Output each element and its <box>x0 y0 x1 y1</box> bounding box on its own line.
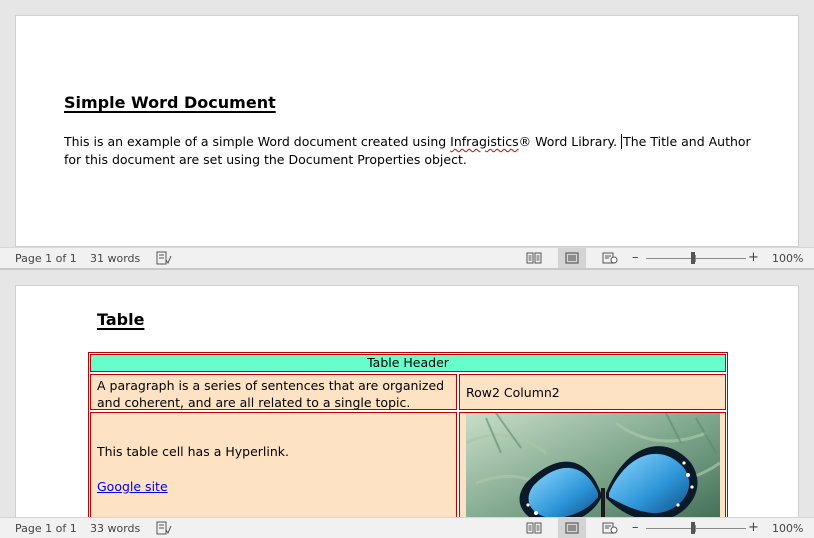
butterfly-image <box>466 413 720 531</box>
page-count[interactable]: Page 1 of 1 <box>15 522 77 535</box>
proofing-icon[interactable] <box>156 521 172 535</box>
table-row: A paragraph is a series of sentences tha… <box>89 373 727 411</box>
document-table[interactable]: Table Header A paragraph is a series of … <box>88 352 728 534</box>
document-paragraph: This is an example of a simple Word docu… <box>64 133 764 169</box>
document-title: Simple Word Document <box>64 93 276 112</box>
table-cell[interactable]: Row2 Column2 <box>459 374 726 410</box>
table-header-cell[interactable]: Table Header <box>90 354 726 372</box>
word-count[interactable]: 33 words <box>90 522 140 535</box>
print-layout-icon[interactable] <box>558 518 586 538</box>
zoom-minus-icon[interactable]: – <box>632 520 639 535</box>
proofing-icon[interactable] <box>156 251 172 265</box>
zoom-slider[interactable] <box>646 528 746 529</box>
table-row: This table cell has a Hyperlink. Google … <box>89 411 727 533</box>
paragraph-text-start: This is an example of a simple Word docu… <box>64 134 451 149</box>
zoom-plus-icon[interactable]: + <box>748 250 759 265</box>
zoom-slider-center <box>695 525 696 532</box>
text-cursor <box>621 134 623 149</box>
zoom-minus-icon[interactable]: – <box>632 250 639 265</box>
status-bar: Page 1 of 1 31 words – + 100% <box>0 247 814 268</box>
zoom-slider-thumb[interactable] <box>691 252 695 264</box>
table-cell[interactable]: This table cell has a Hyperlink. Google … <box>90 412 457 532</box>
zoom-slider-center <box>695 255 696 262</box>
print-layout-icon[interactable] <box>558 248 586 268</box>
editor-pane-bottom: Table Table Header A paragraph is a seri… <box>0 270 814 538</box>
hyperlink[interactable]: Google site <box>97 478 450 495</box>
spelling-flag-word[interactable]: Infragistics <box>450 134 519 149</box>
status-bar: Page 1 of 1 33 words – + 100% <box>0 517 814 538</box>
cell-text: Row2 Column2 <box>466 384 560 400</box>
table-row: Table Header <box>89 353 727 373</box>
word-count[interactable]: 31 words <box>90 252 140 265</box>
zoom-level[interactable]: 100% <box>772 522 803 535</box>
editor-pane-top: Simple Word Document This is an example … <box>0 0 814 268</box>
document-page[interactable]: Simple Word Document This is an example … <box>15 15 799 247</box>
zoom-slider-thumb[interactable] <box>691 522 695 534</box>
zoom-plus-icon[interactable]: + <box>748 520 759 535</box>
page-count[interactable]: Page 1 of 1 <box>15 252 77 265</box>
read-mode-icon[interactable] <box>520 518 548 538</box>
web-layout-icon[interactable] <box>596 248 624 268</box>
zoom-level[interactable]: 100% <box>772 252 803 265</box>
table-cell[interactable] <box>459 412 726 532</box>
read-mode-icon[interactable] <box>520 248 548 268</box>
table-heading: Table <box>97 310 145 329</box>
table-cell[interactable]: A paragraph is a series of sentences tha… <box>90 374 457 410</box>
document-page[interactable]: Table Table Header A paragraph is a seri… <box>15 285 799 534</box>
paragraph-text-mid: ® Word Library. <box>518 134 622 149</box>
zoom-slider[interactable] <box>646 258 746 259</box>
web-layout-icon[interactable] <box>596 518 624 538</box>
cell-text: This table cell has a Hyperlink. <box>97 444 289 459</box>
